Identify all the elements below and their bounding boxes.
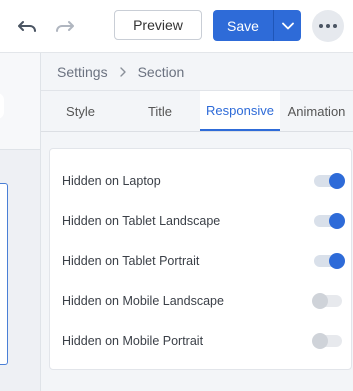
setting-label: Hidden on Laptop — [62, 174, 161, 188]
tab-responsive-label: Responsive — [206, 102, 274, 118]
tab-title-label: Title — [147, 103, 173, 119]
chevron-down-icon — [281, 22, 294, 29]
more-horizontal-icon — [319, 24, 337, 28]
hidden-on-mobile-portrait-toggle[interactable] — [312, 333, 346, 349]
undo-button[interactable] — [16, 14, 40, 38]
redo-icon — [56, 21, 74, 32]
tab-animation[interactable]: Animation — [280, 91, 353, 131]
settings-panel: Settings Section Style Title Responsive … — [41, 53, 353, 391]
tab-style-label: Style — [66, 103, 95, 119]
tab-style[interactable]: Style — [41, 91, 120, 131]
canvas-area — [0, 53, 41, 391]
selected-section-frame[interactable] — [0, 183, 8, 365]
hidden-on-tablet-portrait-toggle[interactable] — [314, 253, 346, 269]
responsive-settings-card: Hidden on Laptop Hidden on Tablet Landsc… — [49, 148, 352, 370]
more-options-button[interactable] — [312, 10, 344, 42]
save-dropdown-button[interactable] — [274, 10, 301, 41]
save-button-group: Save — [213, 10, 301, 41]
hidden-on-tablet-landscape-toggle[interactable] — [314, 213, 346, 229]
setting-label: Hidden on Mobile Portrait — [62, 334, 204, 348]
breadcrumb-item-section: Section — [137, 63, 185, 80]
setting-row-tablet-landscape: Hidden on Tablet Landscape — [62, 209, 346, 233]
undo-icon — [18, 21, 36, 32]
preview-label: Preview — [133, 17, 183, 33]
setting-row-mobile-landscape: Hidden on Mobile Landscape — [62, 289, 346, 313]
setting-row-tablet-portrait: Hidden on Tablet Portrait — [62, 249, 346, 273]
tab-responsive[interactable]: Responsive — [200, 91, 280, 131]
top-toolbar: Preview Save — [0, 0, 353, 53]
setting-label: Hidden on Mobile Landscape — [62, 294, 224, 308]
setting-label: Hidden on Tablet Landscape — [62, 214, 221, 228]
save-label: Save — [227, 17, 259, 34]
tab-title[interactable]: Title — [120, 91, 200, 131]
save-button[interactable]: Save — [213, 10, 273, 41]
canvas-handle[interactable] — [0, 93, 4, 119]
breadcrumb-item-settings[interactable]: Settings — [57, 64, 108, 80]
chevron-right-icon — [119, 66, 126, 77]
preview-button[interactable]: Preview — [114, 10, 202, 40]
setting-label: Hidden on Tablet Portrait — [62, 254, 200, 268]
tab-animation-label: Animation — [287, 103, 346, 119]
redo-button[interactable] — [52, 14, 76, 38]
breadcrumb-separator — [119, 66, 126, 77]
canvas-header — [0, 53, 40, 150]
hidden-on-mobile-landscape-toggle[interactable] — [312, 293, 346, 309]
tab-bar: Style Title Responsive Animation — [41, 91, 353, 132]
breadcrumb: Settings Section — [41, 53, 353, 91]
hidden-on-laptop-toggle[interactable] — [314, 173, 346, 189]
setting-row-mobile-portrait: Hidden on Mobile Portrait — [62, 329, 346, 353]
setting-row-laptop: Hidden on Laptop — [62, 169, 346, 193]
